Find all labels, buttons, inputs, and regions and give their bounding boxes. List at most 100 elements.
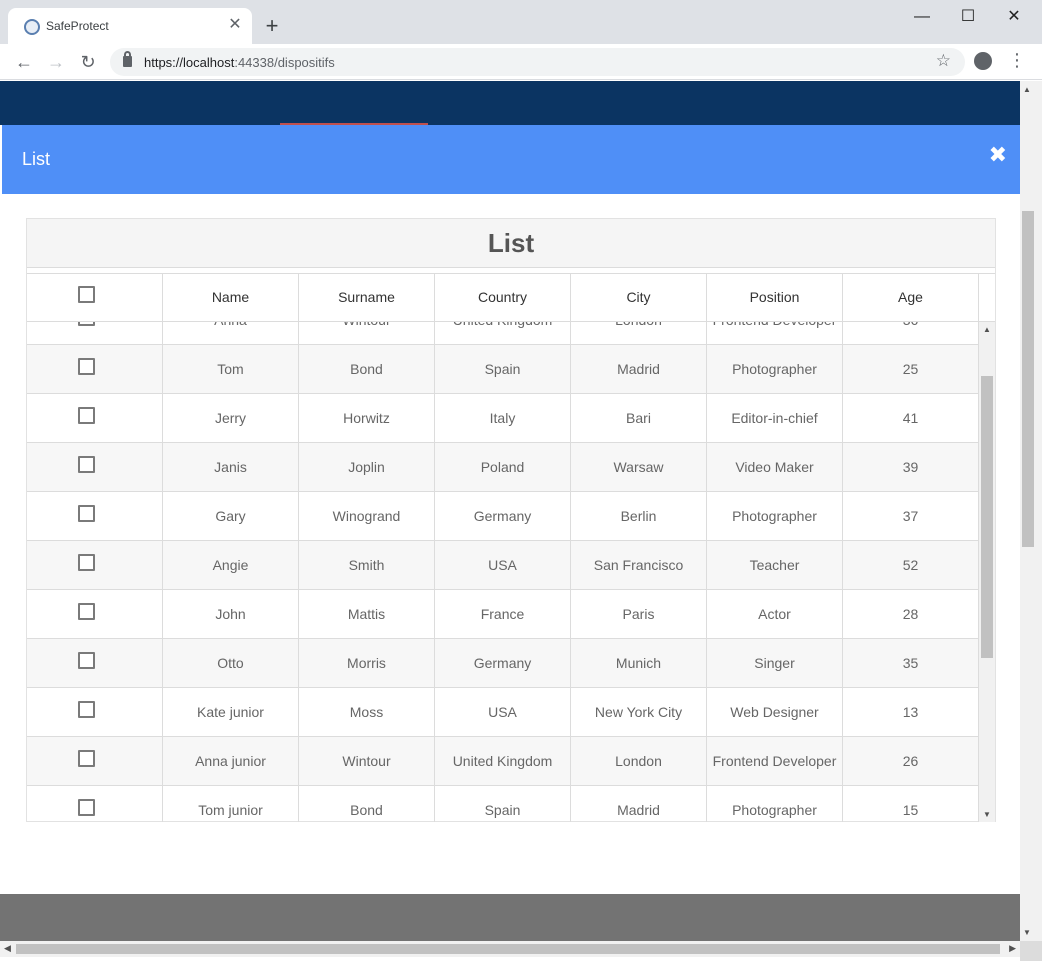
scrollbar-thumb[interactable] [1022,211,1034,547]
page-horizontal-scrollbar[interactable]: ◀ ▶ [0,941,1020,957]
address-bar[interactable]: https://localhost:44338/dispositifs ☆ [110,48,965,76]
column-header-age[interactable]: Age [843,274,979,321]
table-header-row: Name Surname Country City Position Age [27,273,995,322]
cell-name: Anna [163,322,299,344]
row-select-cell [27,688,163,736]
reload-icon[interactable]: ↻ [76,50,100,74]
table-row[interactable]: Angie Smith USA San Francisco Teacher 52 [27,541,979,590]
browser-menu-icon[interactable]: ⋮ [1008,50,1026,71]
scroll-down-arrow-icon[interactable]: ▼ [983,810,991,819]
row-checkbox[interactable] [78,799,95,816]
scrollbar-thumb[interactable] [981,376,993,658]
table-row[interactable]: Gary Winogrand Germany Berlin Photographer 37 [27,492,979,541]
row-checkbox[interactable] [78,322,95,326]
tab-title: SafeProtect [46,19,109,33]
cell-age: 41 [843,394,979,442]
window-maximize-button[interactable]: ☐ [953,6,983,28]
row-select-cell [27,492,163,540]
row-select-cell [27,786,163,822]
cell-city: San Francisco [571,541,707,589]
browser-toolbar: ← → ↻ https://localhost:44338/dispositif… [0,44,1042,80]
table-row[interactable]: Janis Joplin Poland Warsaw Video Maker 39 [27,443,979,492]
row-select-cell [27,590,163,638]
table-row[interactable]: Otto Morris Germany Munich Singer 35 [27,639,979,688]
scrollbar-thumb[interactable] [16,944,1000,954]
tab-close-icon[interactable]: ✕ [226,16,244,34]
table-body[interactable]: AnnaWintourUnited KingdomLondonFrontend … [27,322,979,822]
cell-position: Photographer [707,492,843,540]
row-checkbox[interactable] [78,456,95,473]
cell-surname: Bond [299,345,435,393]
list-panel: List Name Surname Country City Position … [26,218,996,822]
scrollbar-corner [1020,941,1042,961]
cell-position: Photographer [707,786,843,822]
row-checkbox[interactable] [78,407,95,424]
cell-country: Spain [435,786,571,822]
cell-age: 35 [843,639,979,687]
column-header-name[interactable]: Name [163,274,299,321]
column-header-position[interactable]: Position [707,274,843,321]
cell-country: Spain [435,345,571,393]
browser-tab[interactable]: SafeProtect ✕ [8,8,252,44]
window-close-button[interactable]: ✕ [999,6,1029,28]
cell-city: Madrid [571,345,707,393]
modal-header: List ✖ [2,125,1020,194]
cell-position: Singer [707,639,843,687]
select-all-checkbox[interactable] [78,286,95,303]
table-scrollbar[interactable]: ▲ ▼ [979,322,995,822]
table-row[interactable]: Kate junior Moss USA New York City Web Desig… [27,688,979,737]
row-checkbox[interactable] [78,701,95,718]
site-favicon-icon [24,19,40,35]
list-modal: List ✖ List Name Surname Country City Po… [2,125,1020,894]
new-tab-button[interactable]: + [260,14,284,38]
scroll-right-arrow-icon[interactable]: ▶ [1009,943,1016,954]
row-checkbox[interactable] [78,505,95,522]
cell-city: London [571,737,707,785]
row-checkbox[interactable] [78,652,95,669]
table-row[interactable]: Tom Bond Spain Madrid Photographer 25 [27,345,979,394]
table-row[interactable]: Tom junior Bond Spain Madrid Photographer 15 [27,786,979,822]
profile-avatar-icon[interactable] [974,52,992,70]
page-navbar [0,81,1020,125]
table-row[interactable]: AnnaWintourUnited KingdomLondonFrontend … [27,322,979,345]
table-row[interactable]: John Mattis France Paris Actor 28 [27,590,979,639]
column-header-country[interactable]: Country [435,274,571,321]
cell-age: 15 [843,786,979,822]
scroll-up-arrow-icon[interactable]: ▲ [1023,85,1031,94]
cell-position: Web Designer [707,688,843,736]
row-select-cell [27,322,163,344]
bookmark-star-icon[interactable]: ☆ [936,51,951,71]
cell-surname: Wintour [299,322,435,344]
table-row[interactable]: Anna junior Wintour United Kingdom London Fr… [27,737,979,786]
page-footer [0,894,1020,942]
back-arrow-icon[interactable]: ← [12,50,36,74]
row-checkbox[interactable] [78,750,95,767]
cell-country: USA [435,541,571,589]
scroll-left-arrow-icon[interactable]: ◀ [4,943,11,954]
table-row[interactable]: Jerry Horwitz Italy Bari Editor-in-chief 41 [27,394,979,443]
forward-arrow-icon[interactable]: → [44,50,68,74]
column-header-city[interactable]: City [571,274,707,321]
cell-position: Video Maker [707,443,843,491]
column-header-surname[interactable]: Surname [299,274,435,321]
row-checkbox[interactable] [78,358,95,375]
scroll-up-arrow-icon[interactable]: ▲ [983,325,991,334]
page-vertical-scrollbar[interactable]: ▲ ▼ [1020,81,1042,941]
cell-age: 25 [843,345,979,393]
modal-close-icon[interactable]: ✖ [989,142,1007,168]
row-checkbox[interactable] [78,554,95,571]
url-text: https://localhost:44338/dispositifs [144,55,335,70]
row-select-cell [27,394,163,442]
list-heading: List [27,219,995,268]
cell-surname: Morris [299,639,435,687]
window-minimize-button[interactable]: — [907,6,937,28]
row-select-cell [27,345,163,393]
cell-age: 28 [843,590,979,638]
row-checkbox[interactable] [78,603,95,620]
cell-surname: Horwitz [299,394,435,442]
cell-name: Gary [163,492,299,540]
cell-position: Actor [707,590,843,638]
cell-surname: Smith [299,541,435,589]
scroll-down-arrow-icon[interactable]: ▼ [1023,928,1031,937]
cell-position: Frontend Developer [707,737,843,785]
